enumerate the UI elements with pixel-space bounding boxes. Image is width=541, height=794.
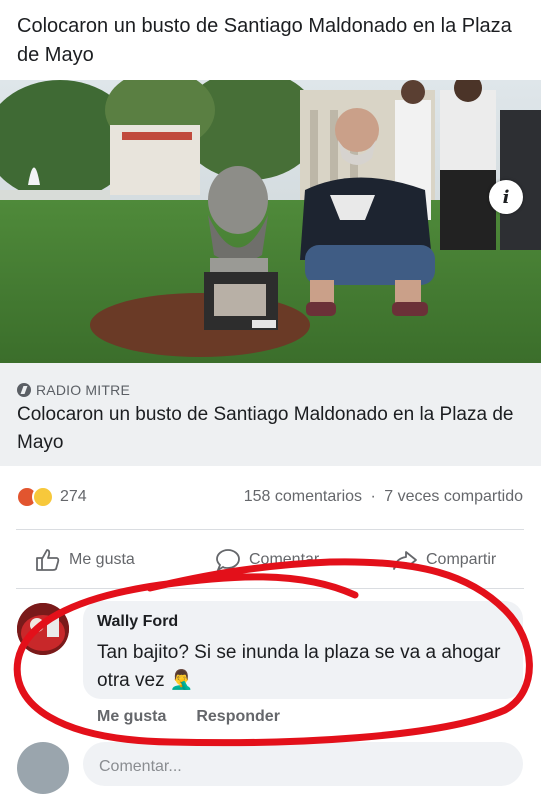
like-button[interactable]: Me gusta <box>35 548 135 572</box>
comment-composer[interactable]: Comentar... <box>83 742 523 786</box>
comment-bubble-icon <box>216 549 240 572</box>
post-stats: 158 comentarios · 7 veces compartido <box>244 488 523 506</box>
comment-bubble[interactable]: Wally Ford Tan bajito? Si se inunda la p… <box>83 601 523 699</box>
composer-avatar <box>17 742 69 794</box>
composer-placeholder: Comentar... <box>99 758 182 775</box>
haha-reaction-icon <box>32 486 54 508</box>
post-text: Colocaron un busto de Santiago Maldonado… <box>17 15 512 66</box>
divider <box>16 588 524 589</box>
comment-reply-button[interactable]: Responder <box>196 708 280 726</box>
reactions-summary[interactable]: 274 <box>16 486 87 508</box>
like-label: Me gusta <box>69 551 135 568</box>
comment-actions: Me gusta Responder <box>97 708 280 726</box>
link-preview[interactable]: RADIO MITRE Colocaron un busto de Santia… <box>0 363 541 466</box>
source-logo-icon <box>17 383 31 397</box>
avatar[interactable] <box>17 603 69 655</box>
link-source: RADIO MITRE <box>17 382 130 398</box>
divider <box>16 529 524 530</box>
thumbs-up-icon <box>36 549 60 571</box>
avatar-image <box>17 603 69 655</box>
link-title[interactable]: Colocaron un busto de Santiago Maldonado… <box>17 401 522 457</box>
link-source-label: RADIO MITRE <box>36 382 130 398</box>
reaction-count: 274 <box>60 488 87 505</box>
share-arrow-icon <box>393 551 417 570</box>
comment-like-button[interactable]: Me gusta <box>97 708 166 726</box>
comment-text: Tan bajito? Si se inunda la plaza se va … <box>97 642 501 691</box>
link-preview-image[interactable]: i <box>0 80 541 363</box>
comments-count[interactable]: 158 comentarios <box>244 488 362 505</box>
comment-label: Comentar <box>249 551 320 568</box>
comment-author[interactable]: Wally Ford <box>97 613 178 631</box>
comment-button[interactable]: Comentar <box>215 548 319 572</box>
share-label: Compartir <box>426 551 497 568</box>
info-icon[interactable]: i <box>489 180 523 214</box>
shares-count[interactable]: 7 veces compartido <box>384 488 523 505</box>
plaza-photo <box>0 80 541 363</box>
share-button[interactable]: Compartir <box>392 548 496 572</box>
stats-separator: · <box>370 488 376 505</box>
